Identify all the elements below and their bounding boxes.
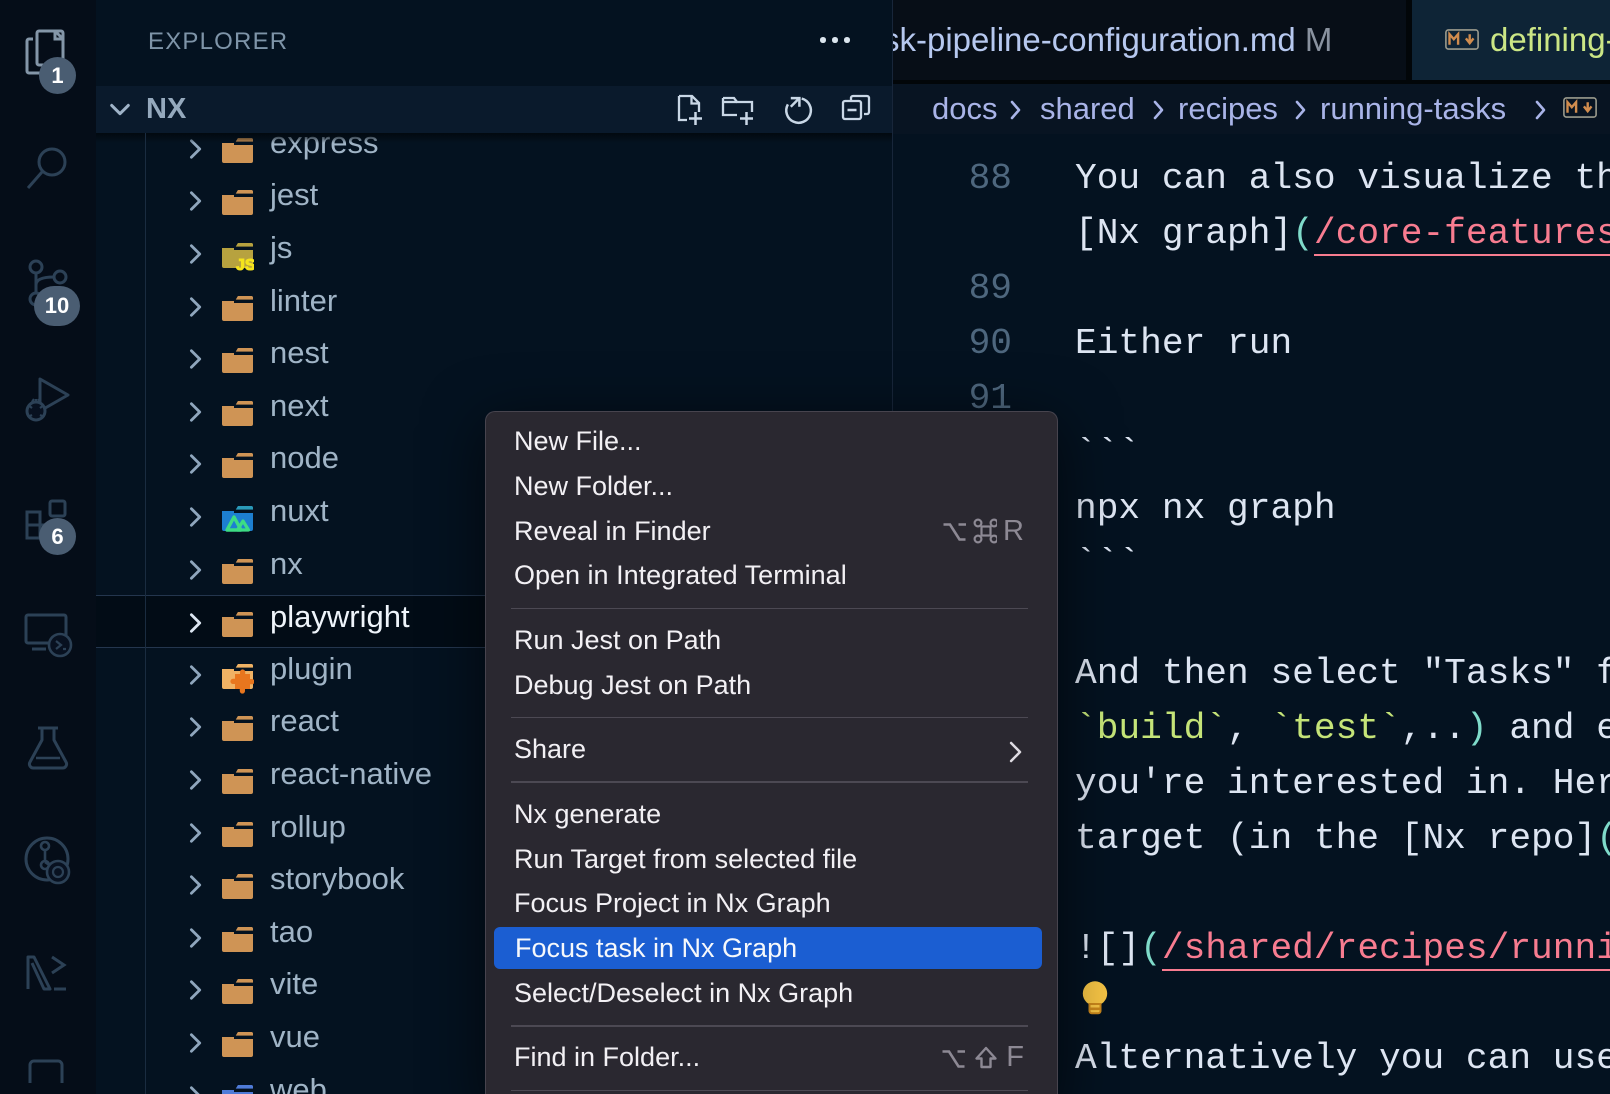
svg-text:JS: JS <box>236 257 254 274</box>
